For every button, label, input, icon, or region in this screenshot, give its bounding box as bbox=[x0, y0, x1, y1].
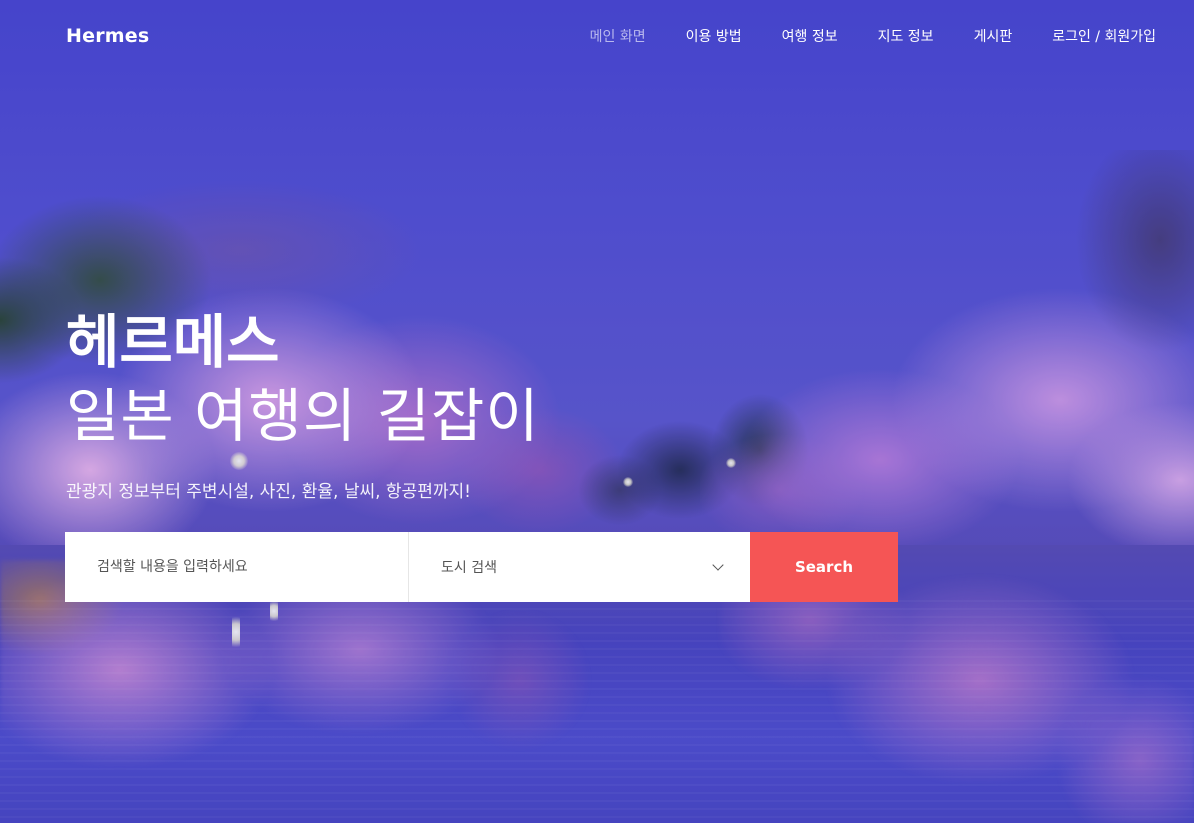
nav-item-how-to-use[interactable]: 이용 방법 bbox=[686, 26, 742, 46]
search-input[interactable] bbox=[65, 532, 408, 602]
nav-item-travel-info[interactable]: 여행 정보 bbox=[782, 26, 838, 46]
nav-item-home[interactable]: 메인 화면 bbox=[590, 26, 646, 46]
hero-subtitle: 일본 여행의 길잡이 bbox=[66, 382, 540, 450]
search-button[interactable]: Search bbox=[750, 532, 898, 602]
hero-title: 헤르메스 bbox=[66, 308, 280, 376]
main-nav: 메인 화면 이용 방법 여행 정보 지도 정보 게시판 로그인 / 회원가입 bbox=[590, 26, 1156, 46]
city-select-label: 도시 검색 bbox=[441, 560, 497, 576]
city-select[interactable]: 도시 검색 bbox=[408, 532, 750, 602]
nav-item-board[interactable]: 게시판 bbox=[974, 26, 1013, 46]
site-header: Hermes 메인 화면 이용 방법 여행 정보 지도 정보 게시판 로그인 /… bbox=[0, 0, 1194, 76]
site-logo[interactable]: Hermes bbox=[66, 25, 149, 47]
nav-item-login-signup[interactable]: 로그인 / 회원가입 bbox=[1052, 26, 1156, 46]
hero-description: 관광지 정보부터 주변시설, 사진, 환율, 날씨, 항공편까지! bbox=[66, 482, 471, 502]
search-bar: 도시 검색 Search bbox=[65, 532, 898, 602]
chevron-down-icon bbox=[712, 559, 724, 571]
nav-item-map-info[interactable]: 지도 정보 bbox=[878, 26, 934, 46]
